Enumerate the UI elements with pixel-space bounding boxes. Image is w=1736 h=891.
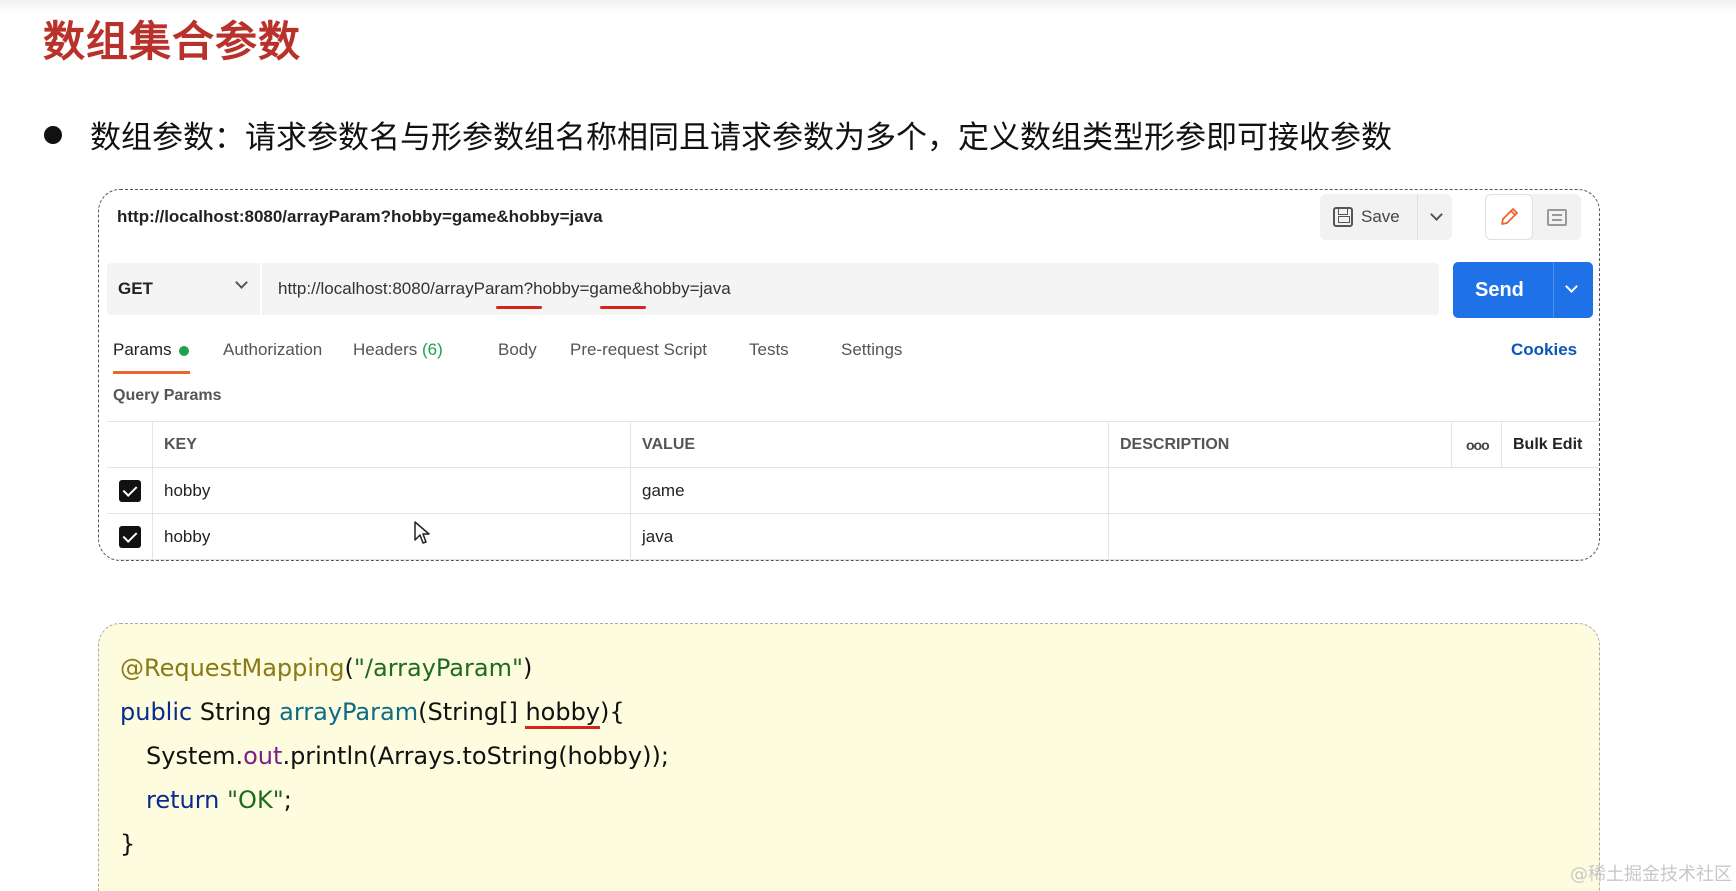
code-string: "/arrayParam" <box>353 654 524 682</box>
code-args: (String[] <box>418 698 526 726</box>
bulk-edit-label: Bulk Edit <box>1513 435 1583 453</box>
more-options-button[interactable]: ooo <box>1451 422 1501 467</box>
header-checkbox-cell <box>107 422 152 467</box>
code-annotation: @RequestMapping <box>120 654 345 682</box>
column-header-value: VALUE <box>630 422 1108 467</box>
code-paren-close: ) <box>523 654 533 682</box>
key-cell[interactable]: hobby <box>152 514 630 559</box>
save-divider <box>1416 194 1418 240</box>
url-text: http://localhost:8080/arrayParam?hobby=g… <box>278 279 731 298</box>
chevron-down-icon <box>235 276 248 289</box>
column-header-key: KEY <box>152 422 630 467</box>
save-button[interactable]: Save <box>1361 207 1400 227</box>
description-cell[interactable] <box>1108 468 1599 513</box>
save-button-group: Save <box>1320 194 1452 240</box>
code-paren-open: ( <box>344 654 354 682</box>
tab-settings[interactable]: Settings <box>841 340 902 360</box>
chevron-down-icon <box>1430 208 1444 221</box>
tab-headers-label: Headers <box>353 340 418 359</box>
method-select[interactable]: GET <box>107 263 260 315</box>
tab-headers[interactable]: Headers (6) <box>353 340 443 360</box>
code-text: .println(Arrays.toString(hobby)); <box>282 742 669 770</box>
active-tab-indicator <box>113 371 190 374</box>
chevron-down-icon[interactable] <box>1565 280 1578 293</box>
code-line-5: } <box>120 830 136 858</box>
view-toggle-group <box>1485 194 1581 240</box>
save-icon <box>1333 207 1353 227</box>
headers-count: (6) <box>422 340 443 359</box>
key-cell[interactable]: hobby <box>152 468 630 513</box>
row-checkbox[interactable] <box>118 479 141 502</box>
row-checkbox-cell <box>107 468 152 513</box>
request-name[interactable]: http://localhost:8080/arrayParam?hobby=g… <box>117 207 603 227</box>
url-input[interactable]: http://localhost:8080/arrayParam?hobby=g… <box>262 263 1439 315</box>
status-dot-icon <box>178 345 189 356</box>
row-checkbox[interactable] <box>118 525 141 548</box>
highlight-underline-2 <box>600 306 646 309</box>
send-button[interactable]: Send <box>1453 262 1593 318</box>
code-param: hobby <box>525 698 601 729</box>
code-method-name: arrayParam <box>279 698 419 726</box>
tab-params[interactable]: Params <box>113 340 189 360</box>
tab-params-label: Params <box>113 340 172 359</box>
code-type: String <box>192 698 280 726</box>
send-divider <box>1553 262 1554 318</box>
mouse-cursor-icon <box>414 521 430 544</box>
table-row: hobby java <box>107 514 1599 560</box>
tab-tests[interactable]: Tests <box>749 340 789 360</box>
value-cell[interactable]: java <box>630 514 1108 559</box>
code-block: @RequestMapping("/arrayParam") public St… <box>98 623 1600 891</box>
bullet-text: 数组参数：请求参数名与形参数组名称相同且请求参数为多个，定义数组类型形参即可接收… <box>90 120 1392 156</box>
pencil-icon <box>1501 208 1518 225</box>
bullet-point: 数组参数：请求参数名与形参数组名称相同且请求参数为多个，定义数组类型形参即可接收… <box>44 112 1392 157</box>
code-brace: ){ <box>600 698 625 726</box>
send-label: Send <box>1475 278 1524 301</box>
method-label: GET <box>118 279 153 298</box>
tab-pre-request-script[interactable]: Pre-request Script <box>570 340 707 360</box>
watermark: @稀土掘金技术社区 <box>1570 864 1732 885</box>
column-header-description: DESCRIPTION <box>1108 422 1451 467</box>
table-row: hobby game <box>107 468 1599 514</box>
code-field: out <box>243 742 283 770</box>
code-text: System. <box>146 742 244 770</box>
comments-button[interactable] <box>1533 194 1581 240</box>
bullet-dot-icon <box>44 125 62 144</box>
code-line-3: System.out.println(Arrays.toString(hobby… <box>146 742 669 770</box>
more-dots-icon: ooo <box>1466 436 1490 453</box>
query-params-label: Query Params <box>113 387 222 404</box>
code-line-2: public String arrayParam(String[] hobby)… <box>120 698 625 729</box>
code-keyword: return <box>146 786 220 814</box>
bulk-edit-button[interactable]: Bulk Edit <box>1501 422 1599 467</box>
edit-button[interactable] <box>1485 194 1533 240</box>
row-checkbox-cell <box>107 514 152 559</box>
code-keyword: public <box>120 698 193 726</box>
highlight-underline-1 <box>496 306 542 309</box>
slide-title: 数组集合参数 <box>43 17 302 66</box>
tab-body[interactable]: Body <box>498 340 537 360</box>
postman-request-panel: http://localhost:8080/arrayParam?hobby=g… <box>98 189 1600 561</box>
comment-icon <box>1547 208 1567 226</box>
params-table: KEY VALUE DESCRIPTION ooo Bulk Edit hobb… <box>107 421 1599 560</box>
code-line-4: return "OK"; <box>146 786 292 814</box>
code-line-1: @RequestMapping("/arrayParam") <box>120 654 532 682</box>
description-cell[interactable] <box>1108 514 1599 559</box>
save-options-button[interactable] <box>1424 194 1450 240</box>
tab-authorization[interactable]: Authorization <box>223 340 322 360</box>
code-string: "OK" <box>219 786 284 814</box>
table-header-row: KEY VALUE DESCRIPTION ooo Bulk Edit <box>107 422 1599 468</box>
value-cell[interactable]: game <box>630 468 1108 513</box>
cookies-link[interactable]: Cookies <box>1511 340 1577 360</box>
code-text: ; <box>283 786 292 814</box>
